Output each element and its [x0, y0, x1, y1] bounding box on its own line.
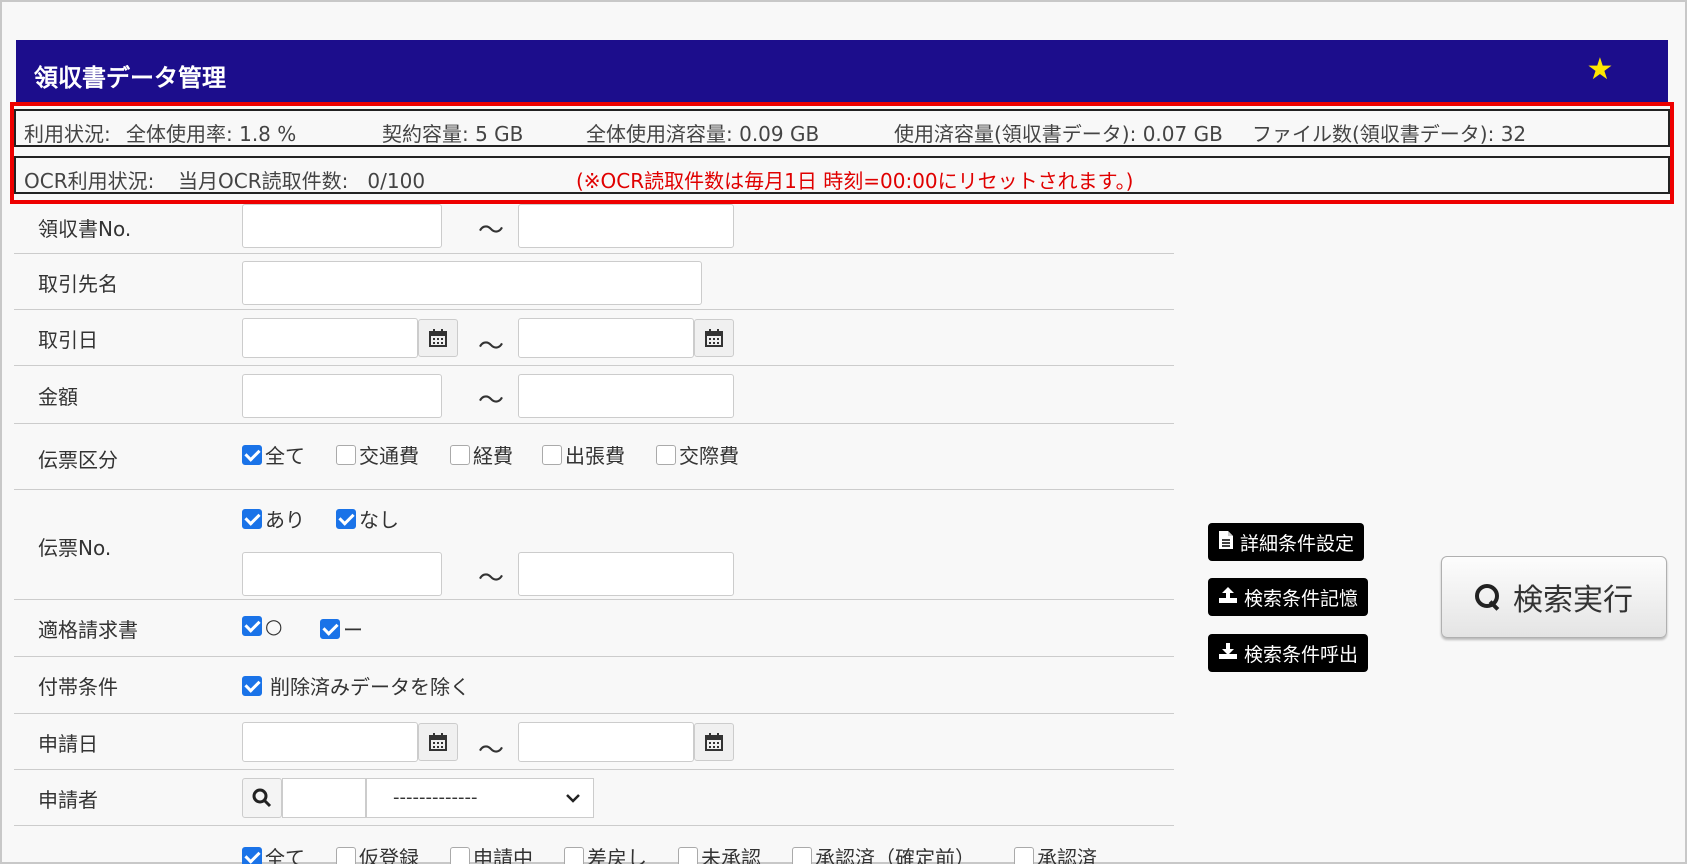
range-separator: ～	[478, 386, 505, 416]
page-title: 領収書データ管理	[34, 64, 226, 92]
trade-date-label: 取引日	[38, 328, 98, 352]
star-icon[interactable]: ★	[1584, 54, 1616, 86]
invoice-yes-checkbox[interactable]: ○	[242, 614, 282, 638]
receipt-file-count: ファイル数(領収書データ): 32	[1252, 122, 1527, 146]
receipt-used-capacity: 使用済容量(領収書データ): 0.07 GB	[894, 122, 1223, 146]
status-unapproved-checkbox[interactable]: 未承認	[678, 842, 761, 864]
slip-type-label: 伝票区分	[38, 448, 118, 472]
ocr-reset-note: (※OCR読取件数は毎月1日 時刻=00:00にリセットされます。)	[576, 169, 1134, 193]
calendar-icon[interactable]	[418, 723, 458, 761]
receipt-no-to-input[interactable]	[518, 204, 734, 248]
row-partner: 取引先名	[14, 254, 1174, 310]
slip-no-label: 伝票No.	[38, 536, 112, 560]
overall-usage-rate: 全体使用率: 1.8 %	[126, 122, 297, 146]
range-separator: ～	[478, 216, 505, 246]
invoice-no-checkbox[interactable]: ー	[320, 614, 363, 643]
slip-type-all-checkbox[interactable]: 全て	[242, 440, 305, 469]
chevron-down-icon	[566, 794, 580, 803]
search-icon[interactable]	[242, 778, 282, 818]
row-status: 全て 仮登録 申請中 差戻し 未承認 承認済（確定前） 承認済	[14, 826, 1174, 864]
slip-no-to-input[interactable]	[518, 552, 734, 596]
range-separator: ～	[478, 736, 505, 766]
apply-date-from-input[interactable]	[242, 722, 418, 762]
invoice-label: 適格請求書	[38, 618, 138, 642]
slip-type-business-trip-checkbox[interactable]: 出張費	[542, 440, 625, 469]
slip-no-no-checkbox[interactable]: なし	[336, 504, 399, 533]
receipt-no-from-input[interactable]	[242, 204, 442, 248]
slip-type-expense-checkbox[interactable]: 経費	[450, 440, 513, 469]
row-extra: 付帯条件 削除済みデータを除く	[14, 657, 1174, 714]
trade-date-from-input[interactable]	[242, 318, 418, 358]
contract-capacity: 契約容量: 5 GB	[382, 122, 524, 146]
apply-date-label: 申請日	[38, 732, 98, 756]
save-search-conditions-button[interactable]: 検索条件記憶	[1208, 578, 1369, 616]
trade-date-to-input[interactable]	[518, 318, 694, 358]
partner-name-input[interactable]	[242, 261, 702, 305]
row-receipt-no: 領収書No. ～	[14, 200, 1174, 254]
extra-label: 付帯条件	[38, 675, 118, 699]
status-draft-checkbox[interactable]: 仮登録	[336, 842, 419, 864]
ocr-label: OCR利用状況:	[24, 169, 155, 193]
load-search-conditions-button[interactable]: 検索条件呼出	[1208, 634, 1369, 672]
calendar-icon[interactable]	[694, 723, 734, 761]
status-approved-unconfirmed-checkbox[interactable]: 承認済（確定前）	[792, 842, 975, 864]
apply-date-to-input[interactable]	[518, 722, 694, 762]
row-apply-date: 申請日 ～	[14, 714, 1174, 770]
range-separator: ～	[478, 332, 505, 362]
range-separator: ～	[478, 564, 505, 594]
page-header: 領収書データ管理 ★	[16, 40, 1668, 106]
overall-used-capacity: 全体使用済容量: 0.09 GB	[586, 122, 820, 146]
amount-from-input[interactable]	[242, 374, 442, 418]
row-trade-date: 取引日 ～	[14, 310, 1174, 366]
applicant-label: 申請者	[38, 788, 98, 812]
search-icon	[1475, 584, 1501, 610]
calendar-icon[interactable]	[694, 319, 734, 357]
row-slip-type: 伝票区分 全て 交通費 経費 出張費 交際費	[14, 424, 1174, 490]
applicant-select[interactable]: -------------	[366, 778, 594, 818]
row-applicant: 申請者 -------------	[14, 770, 1174, 826]
document-icon	[1218, 530, 1234, 555]
status-approved-checkbox[interactable]: 承認済	[1014, 842, 1097, 864]
receipt-no-label: 領収書No.	[38, 217, 132, 241]
slip-no-yes-checkbox[interactable]: あり	[242, 504, 305, 533]
detail-conditions-button[interactable]: 詳細条件設定	[1208, 523, 1365, 561]
status-pending-checkbox[interactable]: 申請中	[450, 842, 533, 864]
slip-type-transport-checkbox[interactable]: 交通費	[336, 440, 419, 469]
row-invoice: 適格請求書 ○ ー	[14, 600, 1174, 657]
row-slip-no: 伝票No. あり なし ～	[14, 490, 1174, 600]
amount-label: 金額	[38, 385, 78, 409]
amount-to-input[interactable]	[518, 374, 734, 418]
search-execute-button[interactable]: 検索実行	[1441, 556, 1667, 638]
usage-label: 利用状況:	[24, 122, 111, 146]
download-icon	[1218, 642, 1238, 665]
status-all-checkbox[interactable]: 全て	[242, 842, 305, 864]
calendar-icon[interactable]	[418, 319, 458, 357]
slip-type-entertainment-checkbox[interactable]: 交際費	[656, 440, 739, 469]
partner-label: 取引先名	[38, 272, 118, 296]
upload-icon	[1218, 586, 1238, 609]
exclude-deleted-checkbox[interactable]: 削除済みデータを除く	[242, 671, 470, 700]
ocr-status-row: OCR利用状況: 当月OCR読取件数: 0/100 (※OCR読取件数は毎月1日…	[14, 156, 1670, 194]
slip-no-from-input[interactable]	[242, 552, 442, 596]
usage-status-row: 利用状況: 全体使用率: 1.8 % 契約容量: 5 GB 全体使用済容量: 0…	[14, 109, 1670, 147]
row-amount: 金額 ～	[14, 366, 1174, 424]
applicant-code-input[interactable]	[282, 778, 366, 818]
ocr-count: 当月OCR読取件数: 0/100	[178, 169, 426, 193]
status-returned-checkbox[interactable]: 差戻し	[564, 842, 647, 864]
